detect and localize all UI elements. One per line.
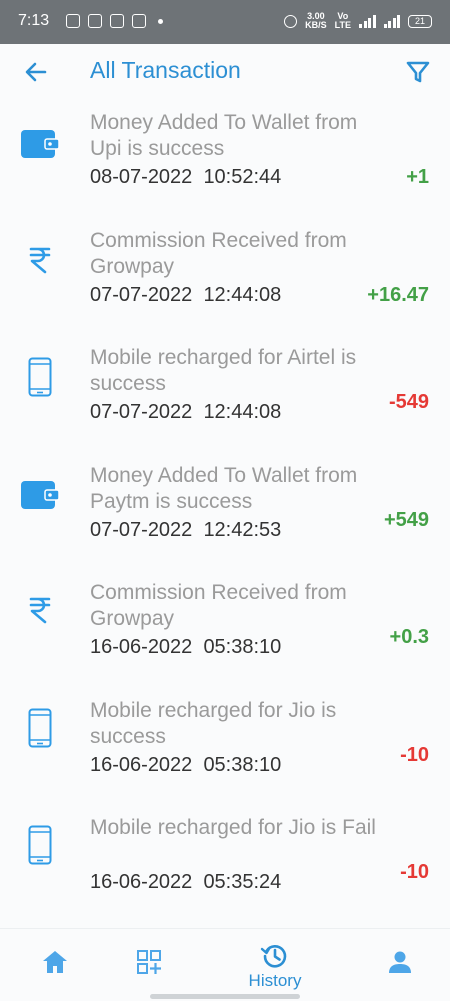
more-notifications-dot [158,18,163,24]
bottom-navigation: History [0,928,450,1001]
transaction-title: Money Added To Wallet from Paytm is succ… [90,463,358,513]
transaction-item[interactable]: Money Added To Wallet from Paytm is succ… [0,453,450,571]
transaction-date: 08-07-2022 [90,166,193,188]
transaction-datetime: 16-06-2022 05:35:24 [90,871,281,894]
transaction-amount: +0.3 [389,626,429,648]
transaction-list: Money Added To Wallet from Upi is succes… [0,100,450,923]
transaction-time: 12:44:08 [203,283,282,306]
page-title: All Transaction [90,57,241,83]
nav-history-label: History [248,971,302,990]
history-icon [260,944,287,968]
wallet-icon [18,122,62,166]
transaction-title: Mobile recharged for Jio is Fail [90,816,376,839]
notification-app-icon [66,14,80,28]
transaction-title: Mobile recharged for Airtel is success [90,346,357,395]
wallet-icon [18,473,62,517]
transaction-date: 07-07-2022 [90,518,193,541]
notification-app-icon [88,14,102,28]
transaction-title: Commission Received from Growpay [90,581,347,630]
notification-app-icon [132,14,146,28]
nav-history[interactable]: History [219,929,331,1001]
transaction-amount: -10 [400,861,429,883]
transaction-datetime: 07-07-2022 12:42:53 [90,519,281,542]
signal-icon [383,14,400,28]
mobile-icon [18,355,62,399]
rupee-icon [18,238,62,282]
nav-profile[interactable] [345,929,450,1001]
transaction-datetime: 07-07-2022 12:44:08 [90,401,281,424]
network-speed: 3.00 KB/S [305,12,327,30]
transaction-item[interactable]: Commission Received from Growpay 16-06-2… [0,570,450,688]
transaction-title: Money Added To Wallet from Upi is succes… [90,111,358,160]
nav-services[interactable] [94,929,206,1001]
transaction-amount: +549 [383,508,429,531]
transaction-time: 12:44:08 [203,401,282,423]
volte-indicator: Vo LTE [335,12,351,30]
rupee-icon [18,588,62,632]
system-indicators: 3.00 KB/S Vo LTE 21 [284,12,432,30]
services-grid-icon [137,950,161,974]
status-time: 7:13 [18,12,50,29]
transaction-datetime: 08-07-2022 10:52:44 [90,166,281,189]
transaction-time: 05:38:10 [203,753,282,776]
home-icon [43,951,67,973]
app-header: All Transaction [0,44,450,100]
transaction-time: 12:42:53 [203,518,282,541]
transaction-datetime: 16-06-2022 05:38:10 [90,754,281,777]
transaction-date: 07-07-2022 [90,283,193,306]
transaction-time: 05:38:10 [203,636,282,658]
transaction-item[interactable]: Mobile recharged for Airtel is success 0… [0,335,450,453]
transaction-date: 07-07-2022 [90,401,193,423]
home-indicator [150,994,300,999]
transaction-time: 05:35:24 [203,871,282,893]
back-arrow-icon[interactable] [22,58,50,86]
transaction-title: Commission Received from Growpay [90,228,347,278]
transaction-item[interactable]: Mobile recharged for Jio is success 16-0… [0,688,450,806]
transaction-item[interactable]: Money Added To Wallet from Upi is succes… [0,100,450,218]
transaction-date: 16-06-2022 [90,753,193,776]
network-speed-unit: KB/S [305,20,327,30]
transaction-item[interactable]: Mobile recharged for Jio is Fail 16-06-2… [0,805,450,923]
transaction-amount: +1 [406,166,429,188]
transaction-title: Mobile recharged for Jio is success [90,698,337,748]
volte-label-bottom: LTE [334,20,351,30]
transaction-datetime: 16-06-2022 05:38:10 [90,636,281,659]
transaction-amount: -10 [400,743,429,766]
transaction-datetime: 07-07-2022 12:44:08 [90,284,281,307]
profile-icon [389,951,411,973]
notification-icons [66,14,163,28]
notification-app-icon [110,14,124,28]
transaction-item[interactable]: Commission Received from Growpay 07-07-2… [0,218,450,336]
battery-icon: 21 [408,14,432,28]
mobile-icon [18,706,62,750]
mobile-icon [18,823,62,867]
transaction-time: 10:52:44 [203,166,282,188]
filter-icon[interactable] [404,58,432,86]
transaction-amount: -549 [388,391,429,413]
transaction-date: 16-06-2022 [90,636,193,658]
transaction-amount: +16.47 [367,283,429,306]
alarm-icon [284,14,298,28]
status-bar: 7:13 3.00 KB/S Vo LTE 21 [0,0,450,44]
signal-4g-icon [359,14,376,28]
transaction-date: 16-06-2022 [90,871,193,893]
